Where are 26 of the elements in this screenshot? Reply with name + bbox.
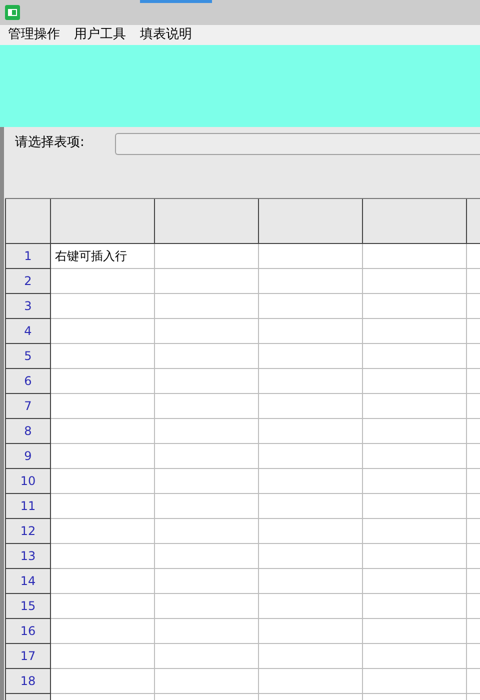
row-number-cell: 12 (5, 519, 51, 544)
row-number-cell: 18 (5, 669, 51, 694)
row-number-cell: 5 (5, 344, 51, 369)
menu-item[interactable]: 用户工具 (74, 25, 126, 45)
row-number-cell: 9 (5, 444, 51, 469)
spreadsheet-app-icon (5, 5, 20, 20)
title-bar-highlight (140, 0, 212, 3)
row-number-cell: 3 (5, 294, 51, 319)
row-number-cell: 1 (5, 244, 51, 269)
row-number-cell: 6 (5, 369, 51, 394)
menu-item[interactable]: 填表说明 (140, 25, 192, 45)
row-number-cell: 11 (5, 494, 51, 519)
table-cell: 右键可插入行 (51, 244, 155, 269)
selector-label: 请选择表项: (15, 134, 86, 152)
row-number-cell: 14 (5, 569, 51, 594)
row-number-cell: 15 (5, 594, 51, 619)
row-number-cell: 13 (5, 544, 51, 569)
menu-item[interactable]: 管理操作 (8, 25, 60, 45)
table-selector-dropdown[interactable] (115, 133, 480, 155)
row-number-cell: 10 (5, 469, 51, 494)
row-number-cell: 4 (5, 319, 51, 344)
row-number-cell: 17 (5, 644, 51, 669)
row-number-cell: 7 (5, 394, 51, 419)
row-number-cell: 16 (5, 619, 51, 644)
row-number-cell: 2 (5, 269, 51, 294)
row-number-cell: 8 (5, 419, 51, 444)
